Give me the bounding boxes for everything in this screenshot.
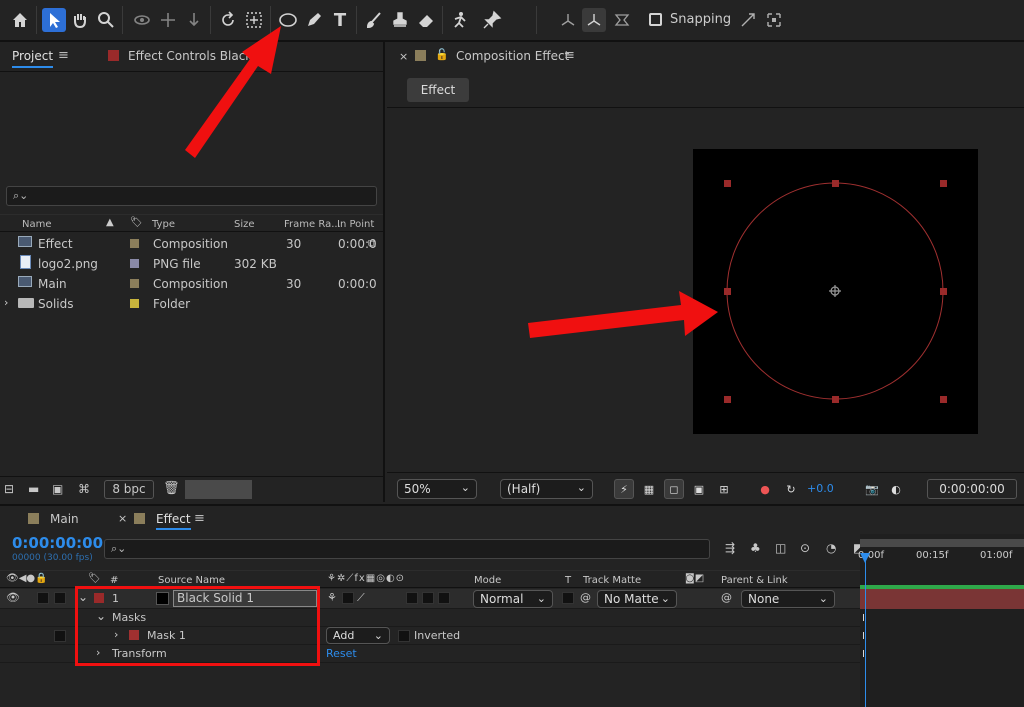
close-tab-icon[interactable]: × bbox=[118, 512, 127, 525]
motion-blur-switch[interactable] bbox=[406, 592, 418, 604]
layer-switches-icons: ⚘✲⟋fx▦◎◐⊙ bbox=[327, 573, 406, 584]
label-tag-icon[interactable]: 🏷 bbox=[88, 573, 101, 584]
blend-mode-value: Normal bbox=[480, 592, 524, 606]
preserve-transparency-switch[interactable] bbox=[562, 592, 574, 604]
parent-pick-whip-icon[interactable]: @ bbox=[721, 591, 732, 604]
comp-mini-flowchart-icon[interactable]: ⇶ bbox=[725, 541, 735, 555]
work-area-bar[interactable] bbox=[860, 539, 1024, 547]
track-matte-dropdown[interactable]: No Matte ⌄ bbox=[597, 590, 677, 608]
panel-menu-icon[interactable]: ≡ bbox=[194, 511, 205, 526]
timeline-search-input[interactable]: ⌕⌄ bbox=[104, 539, 710, 559]
chevron-down-icon: ⌄ bbox=[536, 592, 546, 605]
layer-duration-bar[interactable] bbox=[860, 589, 1024, 609]
search-icon: ⌕⌄ bbox=[111, 542, 127, 555]
mask-mode-dropdown[interactable]: Add ⌄ bbox=[326, 627, 390, 644]
column-source-name[interactable]: Source Name bbox=[158, 575, 225, 586]
frame-rate-info: 00000 (30.00 fps) bbox=[12, 553, 93, 563]
annotation-arrow-viewer bbox=[528, 291, 718, 338]
tab-effect[interactable]: Effect bbox=[156, 512, 191, 530]
parent-dropdown[interactable]: None ⌄ bbox=[741, 590, 835, 608]
column-number[interactable]: # bbox=[110, 575, 118, 586]
audio-switch[interactable] bbox=[37, 592, 49, 604]
column-t[interactable]: T bbox=[565, 575, 571, 586]
main-comp-swatch bbox=[28, 513, 39, 524]
column-parent-link[interactable]: Parent & Link bbox=[721, 575, 788, 586]
draft-3d-icon[interactable]: ♣ bbox=[750, 541, 761, 555]
quality-switch-icon[interactable]: ⟋ bbox=[357, 591, 365, 605]
shy-switch-icon[interactable]: ⚘ bbox=[327, 591, 337, 604]
ruler-label: 01:00f bbox=[980, 550, 1013, 561]
keyframe-marker-icon: I bbox=[862, 613, 865, 624]
column-track-matte[interactable]: Track Matte bbox=[583, 575, 641, 586]
visibility-eye-icon[interactable]: 👁 bbox=[6, 591, 20, 604]
annotation-arrow-toolbar bbox=[185, 26, 281, 158]
blend-mode-dropdown[interactable]: Normal ⌄ bbox=[473, 590, 553, 608]
collapse-switch[interactable] bbox=[342, 592, 354, 604]
lock-switch[interactable] bbox=[54, 592, 66, 604]
av-features-icons: 👁◀●🔒 bbox=[6, 573, 48, 584]
chevron-down-icon: ⌄ bbox=[373, 629, 383, 642]
motion-blur-icon[interactable]: ◔ bbox=[826, 541, 836, 555]
mask-lock-switch[interactable] bbox=[54, 630, 66, 642]
annotation-highlight-box bbox=[75, 586, 320, 666]
timeline-panel: Main × Effect ≡ 0:00:00:00 00000 (30.00 … bbox=[0, 504, 1024, 707]
mask-mode-value: Add bbox=[333, 629, 355, 642]
3d-layer-switch[interactable] bbox=[438, 592, 450, 604]
inverted-checkbox[interactable] bbox=[398, 630, 410, 642]
chevron-down-icon: ⌄ bbox=[660, 592, 670, 605]
pick-whip-icon[interactable]: @ bbox=[580, 591, 591, 604]
column-mode[interactable]: Mode bbox=[474, 575, 501, 586]
inverted-label: Inverted bbox=[414, 629, 461, 642]
parent-value: None bbox=[748, 592, 780, 606]
current-time-indicator[interactable] bbox=[865, 554, 866, 707]
keyframe-marker-icon: I bbox=[862, 649, 865, 660]
shy-layers-icon[interactable]: ◫ bbox=[775, 541, 786, 555]
reset-transform-link[interactable]: Reset bbox=[326, 647, 357, 660]
ruler-label: 00:15f bbox=[916, 550, 949, 561]
time-graph[interactable]: 0:00f 00:15f 01:00f I I I bbox=[858, 534, 1024, 707]
keyframe-marker-icon: I bbox=[862, 631, 865, 642]
track-matte-value: No Matte bbox=[604, 592, 659, 606]
adjustment-switch[interactable] bbox=[422, 592, 434, 604]
effect-comp-swatch bbox=[134, 513, 145, 524]
matte-icons: ◙◩ bbox=[685, 573, 705, 584]
chevron-down-icon: ⌄ bbox=[818, 592, 828, 605]
frame-blending-icon[interactable]: ⊙ bbox=[800, 541, 810, 555]
timeline-current-time[interactable]: 0:00:00:00 bbox=[12, 534, 103, 552]
tab-main[interactable]: Main bbox=[50, 512, 79, 526]
